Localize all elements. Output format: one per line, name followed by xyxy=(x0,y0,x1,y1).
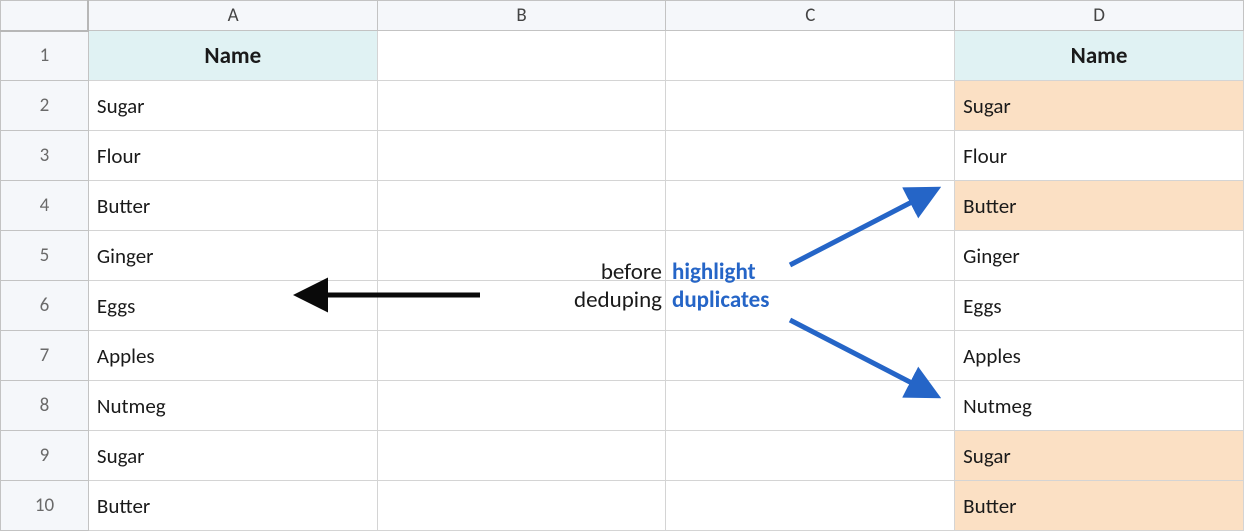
row-header-1[interactable]: 1 xyxy=(1,31,89,81)
cell-D2[interactable]: Sugar xyxy=(955,81,1244,131)
cell-D6[interactable]: Eggs xyxy=(955,281,1244,331)
cell-B3[interactable] xyxy=(377,131,666,181)
cell-C4[interactable] xyxy=(666,181,955,231)
row-header-4[interactable]: 4 xyxy=(1,181,89,231)
cell-A9[interactable]: Sugar xyxy=(88,431,377,481)
cell-D3[interactable]: Flour xyxy=(955,131,1244,181)
col-header-A[interactable]: A xyxy=(88,1,377,31)
col-header-C[interactable]: C xyxy=(666,1,955,31)
col-header-B[interactable]: B xyxy=(377,1,666,31)
cell-B9[interactable] xyxy=(377,431,666,481)
row-header-3[interactable]: 3 xyxy=(1,131,89,181)
cell-D9[interactable]: Sugar xyxy=(955,431,1244,481)
row-header-9[interactable]: 9 xyxy=(1,431,89,481)
row-header-2[interactable]: 2 xyxy=(1,81,89,131)
cell-C9[interactable] xyxy=(666,431,955,481)
cell-B10[interactable] xyxy=(377,481,666,531)
cell-D10[interactable]: Butter xyxy=(955,481,1244,531)
cell-B8[interactable] xyxy=(377,381,666,431)
cell-C1[interactable] xyxy=(666,31,955,81)
cell-D8[interactable]: Nutmeg xyxy=(955,381,1244,431)
cell-A3[interactable]: Flour xyxy=(88,131,377,181)
annotation-duplicates-label: duplicates xyxy=(672,286,769,314)
cell-B1[interactable] xyxy=(377,31,666,81)
cell-C3[interactable] xyxy=(666,131,955,181)
annotation-highlight-duplicates: highlight duplicates xyxy=(672,259,822,314)
row-header-6[interactable]: 6 xyxy=(1,281,89,331)
cell-A4[interactable]: Butter xyxy=(88,181,377,231)
cell-A7[interactable]: Apples xyxy=(88,331,377,381)
annotation-deduping-label: deduping xyxy=(574,286,662,314)
cell-A5[interactable]: Ginger xyxy=(88,231,377,281)
spreadsheet-grid[interactable]: A B C D 1 Name Name 2 Sugar Sugar 3 Flou… xyxy=(0,0,1244,530)
cell-A2[interactable]: Sugar xyxy=(88,81,377,131)
cell-B4[interactable] xyxy=(377,181,666,231)
cell-D4[interactable]: Butter xyxy=(955,181,1244,231)
cell-C10[interactable] xyxy=(666,481,955,531)
cell-C7[interactable] xyxy=(666,331,955,381)
cell-D5[interactable]: Ginger xyxy=(955,231,1244,281)
col-header-D[interactable]: D xyxy=(955,1,1244,31)
row-header-8[interactable]: 8 xyxy=(1,381,89,431)
cell-C8[interactable] xyxy=(666,381,955,431)
annotation-before-deduping: before deduping xyxy=(487,259,662,314)
cell-A6[interactable]: Eggs xyxy=(88,281,377,331)
cell-B7[interactable] xyxy=(377,331,666,381)
annotation-highlight-label: highlight xyxy=(672,258,756,286)
cell-C2[interactable] xyxy=(666,81,955,131)
cell-B2[interactable] xyxy=(377,81,666,131)
cell-A1[interactable]: Name xyxy=(88,31,377,81)
cell-A8[interactable]: Nutmeg xyxy=(88,381,377,431)
cell-D7[interactable]: Apples xyxy=(955,331,1244,381)
select-all-corner[interactable] xyxy=(1,1,89,31)
annotation-before-label: before xyxy=(601,258,662,286)
row-header-5[interactable]: 5 xyxy=(1,231,89,281)
row-header-7[interactable]: 7 xyxy=(1,331,89,381)
cell-D1[interactable]: Name xyxy=(955,31,1244,81)
row-header-10[interactable]: 10 xyxy=(1,481,89,531)
cell-A10[interactable]: Butter xyxy=(88,481,377,531)
